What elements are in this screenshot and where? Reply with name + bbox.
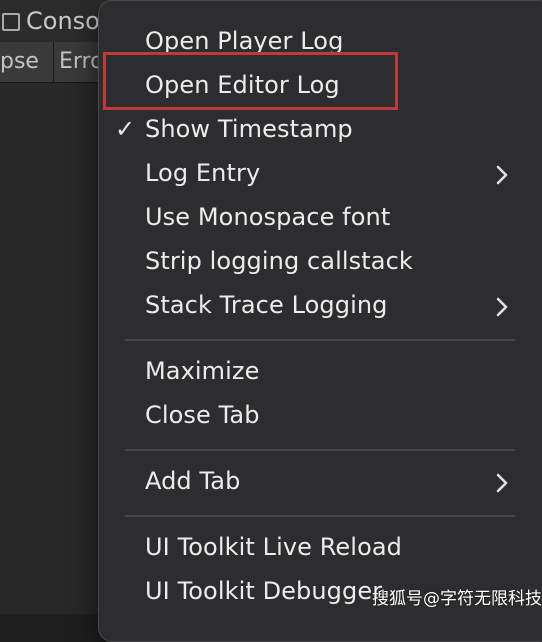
menu-separator bbox=[125, 339, 515, 341]
menu-item-label: Show Timestamp bbox=[145, 115, 353, 143]
menu-item-label: Use Monospace font bbox=[145, 203, 391, 231]
console-tab-icon bbox=[2, 13, 20, 31]
menu-separator bbox=[125, 449, 515, 451]
menu-item-add-tab[interactable]: Add Tab bbox=[99, 461, 542, 505]
menu-item-stack-trace-logging[interactable]: Stack Trace Logging bbox=[99, 285, 542, 329]
menu-item-show-timestamp[interactable]: ✓ Show Timestamp bbox=[99, 109, 542, 153]
annotation-highlight-box bbox=[103, 52, 398, 110]
error-pause-button[interactable]: Erro bbox=[55, 42, 104, 82]
menu-item-label: Stack Trace Logging bbox=[145, 291, 388, 319]
menu-item-label: UI Toolkit Live Reload bbox=[145, 533, 402, 561]
menu-item-ui-toolkit-live-reload[interactable]: UI Toolkit Live Reload bbox=[99, 527, 542, 571]
menu-item-label: Add Tab bbox=[145, 467, 241, 495]
menu-item-label: Maximize bbox=[145, 357, 260, 385]
menu-item-close-tab[interactable]: Close Tab bbox=[99, 395, 542, 439]
menu-item-label: Log Entry bbox=[145, 159, 261, 187]
menu-item-label: Open Player Log bbox=[145, 27, 344, 55]
chevron-right-icon bbox=[496, 165, 508, 185]
collapse-button[interactable]: pse bbox=[0, 42, 54, 82]
menu-item-label: UI Toolkit Debugger bbox=[145, 577, 383, 605]
menu-item-label: Close Tab bbox=[145, 401, 260, 429]
menu-item-log-entry[interactable]: Log Entry bbox=[99, 153, 542, 197]
menu-item-maximize[interactable]: Maximize bbox=[99, 351, 542, 395]
watermark: 搜狐号@字符无限科技 bbox=[372, 589, 542, 609]
menu-item-strip-logging-callstack[interactable]: Strip logging callstack bbox=[99, 241, 542, 285]
checkmark-icon: ✓ bbox=[115, 115, 136, 143]
chevron-right-icon bbox=[496, 297, 508, 317]
chevron-right-icon bbox=[496, 473, 508, 493]
menu-item-use-monospace-font[interactable]: Use Monospace font bbox=[99, 197, 542, 241]
menu-separator bbox=[125, 515, 515, 517]
menu-item-label: Strip logging callstack bbox=[145, 247, 413, 275]
